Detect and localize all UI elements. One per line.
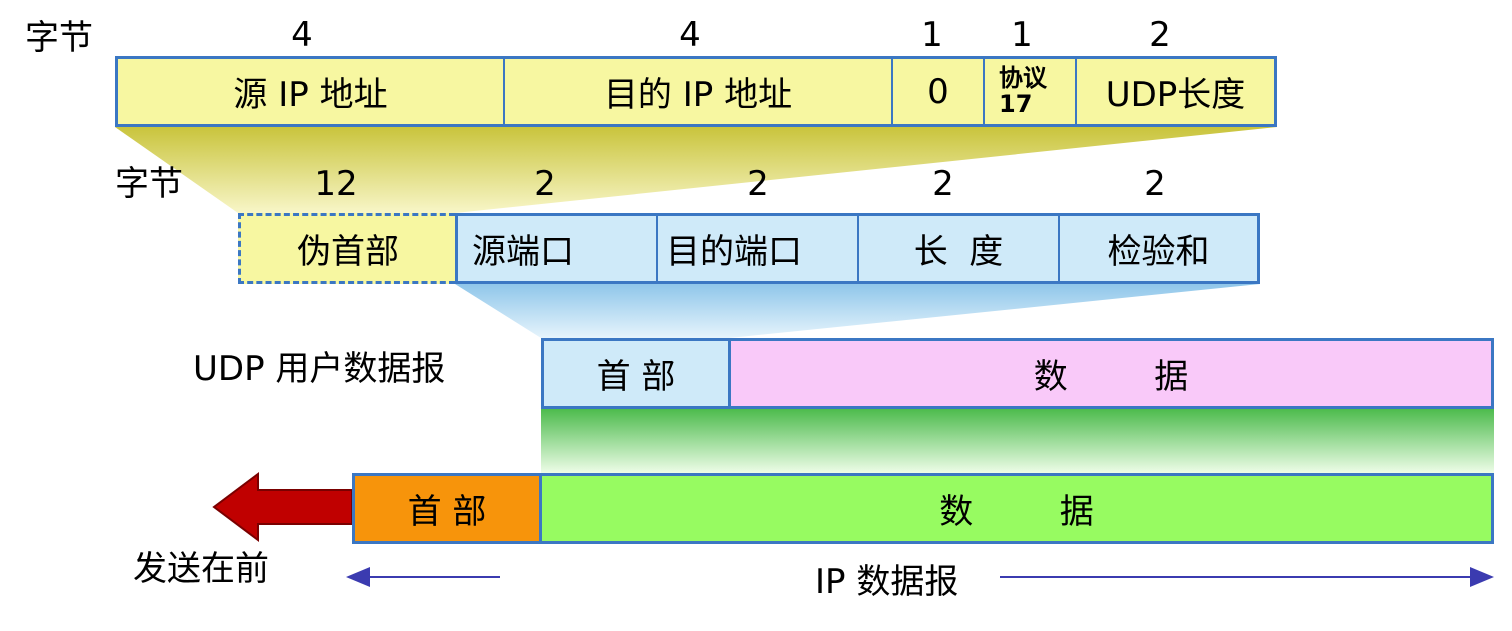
byte-count: 2 [747, 164, 769, 204]
udp-data-block: 数 据 [731, 341, 1491, 406]
byte-count: 4 [679, 15, 701, 55]
length-field: 长 度 [859, 216, 1060, 281]
zero-field: 0 [893, 59, 985, 124]
protocol-field: 协议 17 [985, 59, 1077, 124]
source-ip-field: 源 IP 地址 [118, 59, 505, 124]
ip-datagram-label: IP 数据报 [815, 562, 959, 602]
dest-ip-field: 目的 IP 地址 [505, 59, 893, 124]
source-port-field: 源端口 [458, 216, 658, 281]
byte-count: 2 [932, 164, 954, 204]
udp-header-funnel [455, 284, 1260, 338]
udp-header-row: 源端口 目的端口 长 度 检验和 [455, 213, 1260, 284]
pseudo-header-row: 源 IP 地址 目的 IP 地址 0 协议 17 UDP长度 [115, 56, 1277, 127]
protocol-value: 17 [999, 89, 1033, 118]
byte-count: 2 [534, 164, 556, 204]
udp-length-field: UDP长度 [1105, 75, 1246, 115]
udp-header-block: 首 部 [544, 341, 731, 406]
ip-datagram-row: 首 部 数 据 [352, 473, 1494, 544]
byte-count: 4 [291, 15, 313, 55]
byte-count: 2 [1149, 15, 1171, 55]
send-first-label: 发送在前 [133, 549, 269, 589]
byte-count: 1 [1011, 15, 1033, 55]
byte-count: 2 [1144, 164, 1166, 204]
send-first-arrow [212, 472, 353, 542]
protocol-label: 协议 [999, 64, 1047, 93]
pseudo-header-box: 伪首部 [238, 213, 455, 284]
dest-port-field: 目的端口 [658, 216, 859, 281]
byte-label-2: 字节 [115, 164, 183, 204]
checksum-field: 检验和 [1107, 232, 1210, 272]
encapsulation-gradient [541, 409, 1494, 473]
byte-label-1: 字节 [25, 18, 93, 58]
udp-datagram-row: 首 部 数 据 [541, 338, 1494, 409]
byte-count: 12 [314, 164, 358, 204]
ip-header-block: 首 部 [355, 476, 542, 541]
byte-count: 1 [921, 15, 943, 55]
udp-datagram-label: UDP 用户数据报 [193, 349, 446, 389]
ip-data-block: 数 据 [542, 476, 1491, 541]
